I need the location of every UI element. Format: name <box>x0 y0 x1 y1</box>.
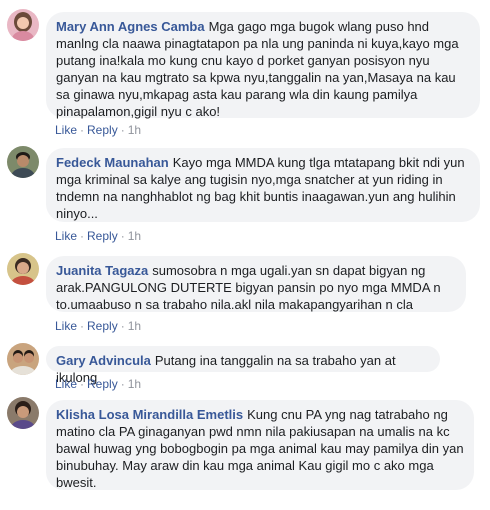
avatar[interactable] <box>7 146 39 178</box>
comment-author[interactable]: Fedeck Maunahan <box>56 155 169 170</box>
reply-button[interactable]: Reply <box>87 229 118 243</box>
separator: · <box>120 123 125 137</box>
avatar[interactable] <box>7 397 39 429</box>
separator: · <box>120 229 125 243</box>
comment-bubble: Juanita Tagaza sumosobra n mga ugali.yan … <box>46 256 466 312</box>
comment-timestamp[interactable]: 1h <box>128 319 141 333</box>
reply-button[interactable]: Reply <box>87 123 118 137</box>
comment-actions: Like · Reply · 1h <box>55 318 141 334</box>
separator: · <box>80 377 85 391</box>
comment-author[interactable]: Gary Advincula <box>56 353 151 368</box>
comment-actions: Like · Reply · 1h <box>55 122 141 138</box>
comment-timestamp[interactable]: 1h <box>128 123 141 137</box>
avatar[interactable] <box>7 253 39 285</box>
comment-author[interactable]: Mary Ann Agnes Camba <box>56 19 205 34</box>
comment-actions: Like · Reply · 1h <box>55 376 141 392</box>
reply-button[interactable]: Reply <box>87 319 118 333</box>
separator: · <box>120 319 125 333</box>
like-button[interactable]: Like <box>55 229 77 243</box>
comment-timestamp[interactable]: 1h <box>128 229 141 243</box>
comment-bubble: Mary Ann Agnes Camba Mga gago mga bugok w… <box>46 12 480 119</box>
comment-text: Mga gago mga bugok wlang puso hnd manlng… <box>56 19 459 119</box>
separator: · <box>80 319 85 333</box>
comment-bubble: Gary Advincula Putang ina tanggalin na sa… <box>46 346 440 385</box>
comment-author[interactable]: Juanita Tagaza <box>56 263 148 278</box>
avatar[interactable] <box>7 9 39 41</box>
separator: · <box>80 123 85 137</box>
comment-bubble: Fedeck Maunahan Kayo mga MMDA kung tlga m… <box>46 148 480 222</box>
avatar[interactable] <box>7 343 39 375</box>
reply-button[interactable]: Reply <box>87 377 118 391</box>
like-button[interactable]: Like <box>55 377 77 391</box>
comment-author[interactable]: Klisha Losa Mirandilla Emetlis <box>56 407 243 422</box>
separator: · <box>120 377 125 391</box>
like-button[interactable]: Like <box>55 319 77 333</box>
comment-bubble: Klisha Losa Mirandilla Emetlis Kung cnu P… <box>46 400 474 490</box>
comment-timestamp[interactable]: 1h <box>128 377 141 391</box>
comment-actions: Like · Reply · 1h <box>55 228 141 244</box>
like-button[interactable]: Like <box>55 123 77 137</box>
separator: · <box>80 229 85 243</box>
